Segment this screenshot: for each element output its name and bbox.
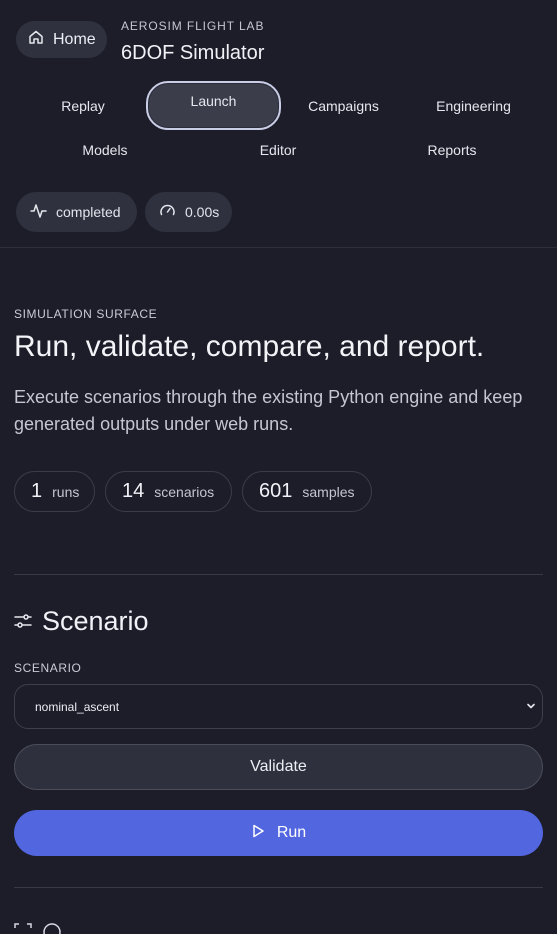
app-header: Home AEROSIM FLIGHT LAB 6DOF Simulator R… xyxy=(0,0,557,248)
nav-reports[interactable]: Reports xyxy=(412,130,492,170)
run-label: Run xyxy=(276,824,307,841)
elapsed-text: 0.00s xyxy=(185,204,220,220)
next-section-peek xyxy=(14,922,62,934)
section-divider xyxy=(14,887,543,888)
brand-eyebrow: AEROSIM FLIGHT LAB xyxy=(121,19,265,33)
scenario-select-value: nominal_ascent xyxy=(35,699,120,714)
nav-replay[interactable]: Replay xyxy=(43,86,123,126)
nav-models[interactable]: Models xyxy=(65,130,145,170)
status-chip: completed xyxy=(16,192,137,232)
nav-engineering[interactable]: Engineering xyxy=(426,86,521,126)
hero-title: Run, validate, compare, and report. xyxy=(14,330,485,363)
elapsed-chip: 0.00s xyxy=(145,192,232,232)
stat-scenarios: 14 scenarios xyxy=(105,471,232,512)
nav-launch[interactable]: Launch xyxy=(146,81,281,130)
nav-campaigns[interactable]: Campaigns xyxy=(296,86,391,126)
home-button[interactable]: Home xyxy=(16,21,107,58)
hero-description: Execute scenarios through the existing P… xyxy=(14,387,523,434)
stat-value: 14 xyxy=(122,480,145,502)
stat-label: scenarios xyxy=(154,483,215,500)
scenario-select[interactable]: nominal_ascent xyxy=(14,684,543,729)
gauge-icon xyxy=(159,202,176,222)
validate-label: Validate xyxy=(250,758,307,775)
stat-label: samples xyxy=(302,483,355,500)
bracket-icon xyxy=(14,923,32,934)
status-text: completed xyxy=(56,204,121,220)
validate-button[interactable]: Validate xyxy=(14,744,543,790)
section-title-text: Scenario xyxy=(42,606,149,636)
run-button[interactable]: Run xyxy=(14,810,543,856)
activity-icon xyxy=(30,202,47,222)
clock-icon xyxy=(42,922,62,934)
home-label: Home xyxy=(53,30,96,48)
scenario-field-label: SCENARIO xyxy=(14,661,82,675)
stat-label: runs xyxy=(52,483,80,500)
play-icon xyxy=(251,824,265,843)
chevron-down-icon xyxy=(525,700,537,712)
sliders-icon xyxy=(14,606,32,637)
stat-value: 601 xyxy=(259,480,293,502)
nav-editor[interactable]: Editor xyxy=(238,130,318,170)
home-icon xyxy=(28,29,44,50)
stat-runs: 1 runs xyxy=(14,471,95,512)
app-title: 6DOF Simulator xyxy=(121,42,265,64)
section-divider xyxy=(14,574,543,575)
scenario-section-title: Scenario xyxy=(14,606,149,637)
stat-samples: 601 samples xyxy=(242,471,372,512)
stat-value: 1 xyxy=(31,480,43,502)
hero-eyebrow: SIMULATION SURFACE xyxy=(14,307,158,321)
